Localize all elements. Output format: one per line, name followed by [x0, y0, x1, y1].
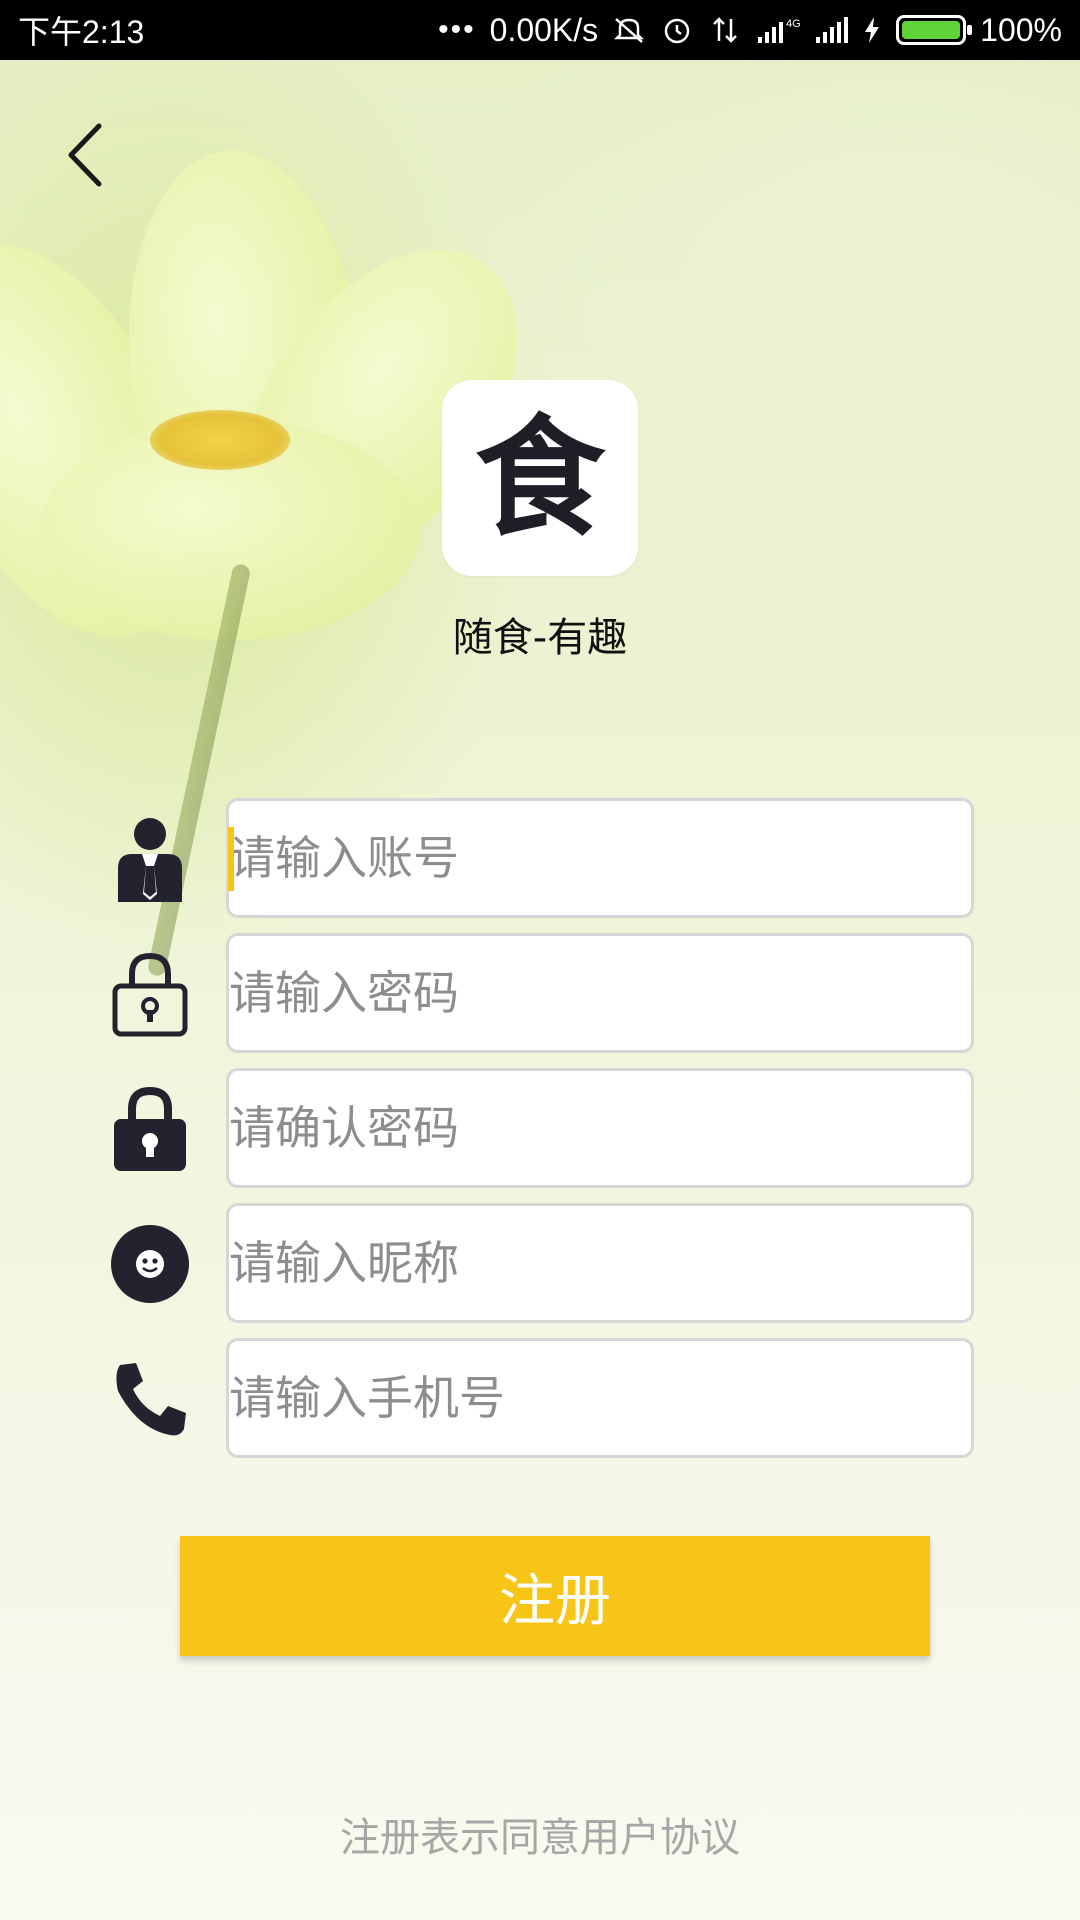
signal-icon — [816, 17, 849, 43]
more-icon: ••• — [438, 13, 476, 46]
account-row — [0, 798, 1080, 918]
nickname-row — [0, 1203, 1080, 1323]
phone-row — [0, 1338, 1080, 1458]
mute-icon — [614, 18, 645, 43]
account-field[interactable] — [226, 798, 974, 918]
password-field[interactable] — [226, 933, 974, 1053]
back-arrow-icon — [68, 123, 102, 187]
status-icons: ••• 0.00K/s 4G 100% — [438, 12, 1062, 49]
password-row — [0, 933, 1080, 1053]
phone-input[interactable] — [229, 1341, 971, 1455]
signal-icon: 4G — [758, 18, 800, 43]
user-agreement-link[interactable]: 注册表示同意用户协议 — [0, 1805, 1080, 1863]
svg-text:4G: 4G — [786, 18, 800, 30]
lock-outline-icon — [108, 951, 192, 1037]
data-arrows-icon — [713, 17, 738, 43]
lock-filled-icon — [108, 1086, 192, 1172]
alarm-icon — [664, 18, 690, 44]
app-logo: 食 — [442, 380, 638, 576]
status-time: 下午2:13 — [18, 14, 145, 50]
phone-field[interactable] — [226, 1338, 974, 1458]
confirm-password-field[interactable] — [226, 1068, 974, 1188]
battery-icon — [896, 15, 973, 45]
smiley-icon — [108, 1221, 192, 1307]
register-button[interactable]: 注册 — [180, 1536, 930, 1656]
network-speed: 0.00K/s — [489, 11, 599, 48]
app-name: 随食-有趣 — [452, 615, 628, 661]
confirm-password-input[interactable] — [229, 1071, 971, 1185]
user-icon — [108, 816, 192, 902]
logo-glyph: 食 — [474, 401, 605, 554]
password-input[interactable] — [229, 936, 971, 1050]
account-input[interactable] — [229, 801, 971, 915]
nickname-field[interactable] — [226, 1203, 974, 1323]
charging-icon — [865, 17, 880, 43]
status-bar: 下午2:13 ••• 0.00K/s 4G 100% — [0, 0, 1080, 60]
battery-percent: 100% — [980, 11, 1062, 48]
back-button[interactable] — [50, 115, 120, 195]
nickname-input[interactable] — [229, 1206, 971, 1320]
confirm-password-row — [0, 1068, 1080, 1188]
phone-icon — [108, 1356, 192, 1442]
text-cursor — [228, 827, 234, 891]
